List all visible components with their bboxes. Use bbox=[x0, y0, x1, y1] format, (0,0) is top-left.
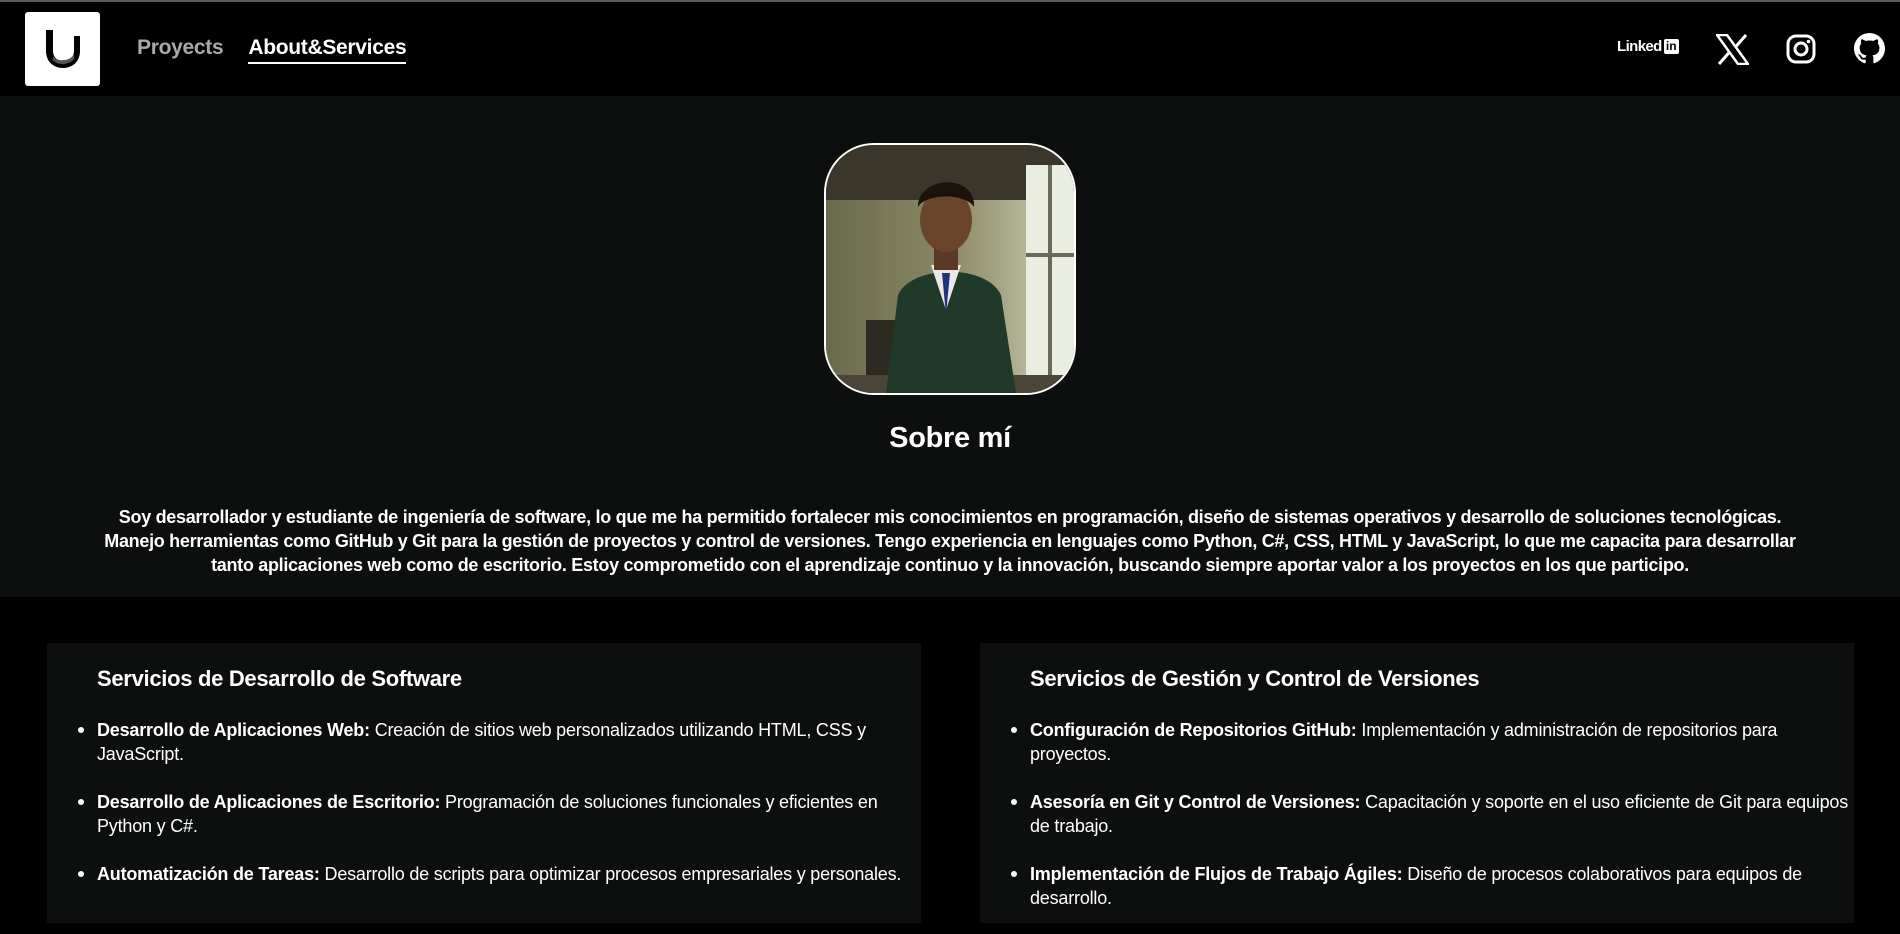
nav-link-about-services[interactable]: About&Services bbox=[248, 36, 407, 64]
x-icon[interactable] bbox=[1716, 34, 1749, 65]
service-name: Desarrollo de Aplicaciones de Escritorio… bbox=[97, 792, 441, 812]
linkedin-icon[interactable]: Linked in bbox=[1617, 38, 1679, 55]
linkedin-box: in bbox=[1663, 39, 1679, 54]
services-list: Desarrollo de Aplicaciones Web: Creación… bbox=[78, 718, 917, 910]
nav-link-proyects[interactable]: Proyects bbox=[137, 36, 224, 64]
logo[interactable] bbox=[25, 12, 100, 86]
service-name: Implementación de Flujos de Trabajo Ágil… bbox=[1030, 864, 1403, 884]
profile-photo bbox=[824, 143, 1076, 395]
about-section: Sobre mí Soy desarrollador y estudiante … bbox=[0, 96, 1900, 597]
github-icon[interactable] bbox=[1854, 33, 1885, 64]
service-name: Desarrollo de Aplicaciones Web: bbox=[97, 720, 370, 740]
list-item: Desarrollo de Aplicaciones Web: Creación… bbox=[78, 718, 917, 766]
list-item: Configuración de Repositorios GitHub: Im… bbox=[1011, 718, 1850, 766]
list-item: Automatización de Tareas: Desarrollo de … bbox=[78, 862, 917, 886]
logo-u-icon bbox=[45, 30, 80, 68]
service-name: Asesoría en Git y Control de Versiones: bbox=[1030, 792, 1361, 812]
service-desc: Desarrollo de scripts para optimizar pro… bbox=[319, 864, 902, 884]
instagram-icon[interactable] bbox=[1786, 34, 1816, 64]
about-title: Sobre mí bbox=[889, 422, 1011, 454]
services-card-version-control: Servicios de Gestión y Control de Versio… bbox=[980, 643, 1854, 923]
services-card-software: Servicios de Desarrollo de Software Desa… bbox=[47, 643, 921, 923]
service-name: Configuración de Repositorios GitHub: bbox=[1030, 720, 1357, 740]
site-header: Proyects About&Services Linked in bbox=[0, 2, 1900, 96]
about-description: Soy desarrollador y estudiante de ingeni… bbox=[104, 507, 1796, 575]
main-nav: Proyects About&Services bbox=[137, 36, 407, 64]
linkedin-wordmark: Linked bbox=[1617, 38, 1662, 55]
services-card-title: Servicios de Gestión y Control de Versio… bbox=[1030, 666, 1480, 691]
services-card-title: Servicios de Desarrollo de Software bbox=[97, 666, 462, 691]
list-item: Desarrollo de Aplicaciones de Escritorio… bbox=[78, 790, 917, 838]
service-name: Automatización de Tareas: bbox=[97, 864, 320, 884]
list-item: Asesoría en Git y Control de Versiones: … bbox=[1011, 790, 1850, 838]
list-item: Implementación de Flujos de Trabajo Ágil… bbox=[1011, 862, 1850, 910]
services-list: Configuración de Repositorios GitHub: Im… bbox=[1011, 718, 1850, 934]
